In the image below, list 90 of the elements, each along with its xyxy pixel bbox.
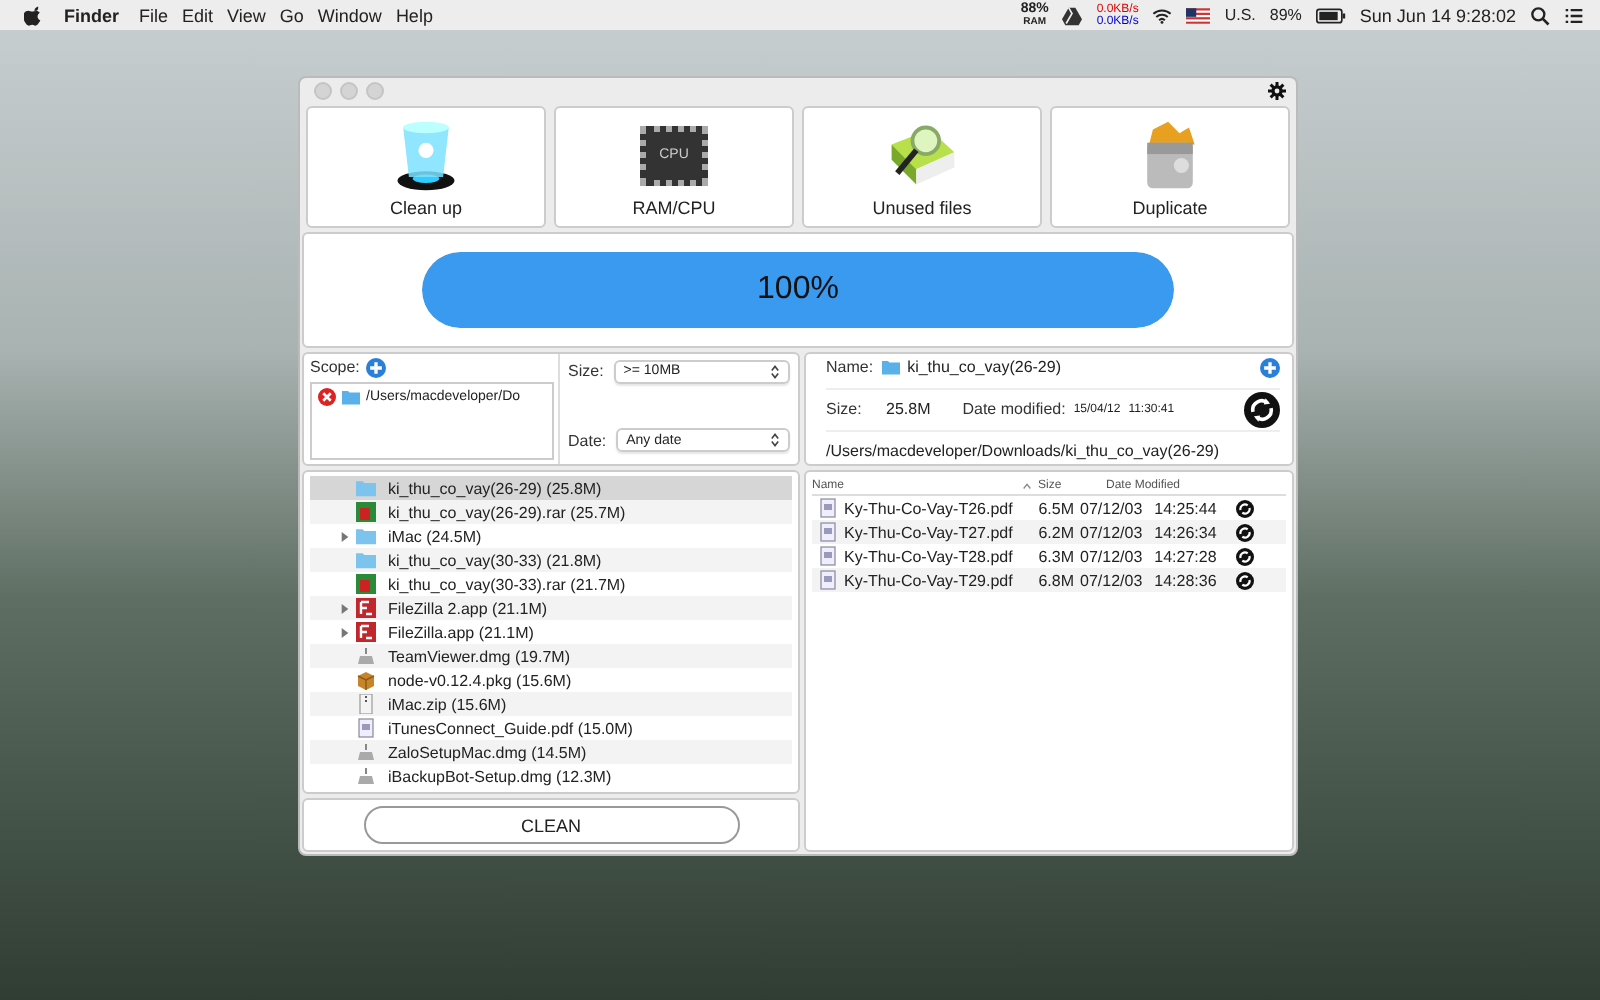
table-cell: 07/12/03 [1080,523,1143,542]
menu-item[interactable]: Go [279,5,304,25]
progress-text: 100% [755,269,841,310]
result-row[interactable]: iMac (24.5M) [310,524,792,549]
app-icon [356,598,376,619]
package-icon [356,670,376,691]
folder-icon [356,526,376,547]
menu-item[interactable]: Help [395,5,433,25]
folder-icon [356,550,376,571]
menu-icon[interactable] [1564,5,1584,25]
table-cell-text: 14:26:34 [1154,523,1219,542]
updown-icon [770,432,780,449]
table-cell-text: 14:25:44 [1154,499,1219,518]
sync-icon[interactable] [1236,499,1255,518]
table-cell-text: 6.5M [1036,499,1074,518]
result-row[interactable]: ZaloSetupMac.dmg (14.5M) [310,740,792,765]
table-cell: 07/12/03 [1080,499,1143,518]
apple-icon[interactable] [24,5,44,25]
disclosure-icon[interactable] [340,531,350,542]
filter-label: Date: [568,431,607,450]
result-row[interactable]: iTunesConnect_Guide.pdf (15.0M) [310,716,792,741]
add-icon[interactable] [365,357,386,378]
menu-item[interactable]: Window [317,5,382,25]
document-icon [356,718,376,739]
table-cell-text: 6.2M [1036,523,1074,542]
archive-icon [356,574,376,595]
table-cell-text: Ky-Thu-Co-Vay-T28.pdf [844,547,1015,566]
result-row[interactable]: ki_thu_co_vay(30-33).rar (21.7M) [310,572,792,597]
table-cell-text: Ky-Thu-Co-Vay-T26.pdf [844,499,1015,518]
table-cell-text: Ky-Thu-Co-Vay-T27.pdf [844,523,1015,542]
table-cell: 07/12/03 [1080,547,1143,566]
disclosure-icon[interactable] [340,603,350,614]
name-label: Name: [826,358,874,377]
disk-image-icon [356,646,376,667]
file-name: ki_thu_co_vay(26-29) [907,358,1061,377]
clean-button[interactable]: CLEAN [363,806,739,845]
result-row[interactable]: ki_thu_co_vay(26-29) (25.8M) [310,476,792,501]
file-size: 25.8M [886,400,931,419]
wifi-icon[interactable] [1152,5,1173,25]
menu-item[interactable]: File [139,5,169,25]
disclosure-icon[interactable] [340,627,350,638]
add-icon[interactable] [1260,357,1280,378]
archive-icon [356,502,376,523]
scope-label: Scope: [310,358,360,377]
table-cell-text: 6.8M [1036,571,1074,590]
sort-icon[interactable] [1022,481,1032,490]
disk-image-icon [356,742,376,763]
menu-item[interactable]: Edit [182,5,214,25]
sync-icon[interactable] [1236,547,1255,566]
result-row[interactable]: iBackupBot-Setup.dmg (12.3M) [310,764,792,789]
flag-icon[interactable] [1186,7,1211,23]
date-label: Date modified: [962,400,1066,419]
result-row[interactable]: ki_thu_co_vay(26-29).rar (25.7M) [310,500,792,525]
disk-image-icon [356,766,376,787]
tool-button[interactable]: Unused files [802,106,1042,227]
filter-label: Size: [568,362,604,381]
folder-icon [881,358,900,377]
menu-item[interactable]: Finder [64,5,120,25]
tool-button[interactable]: Clean up [306,106,546,227]
search-icon[interactable] [1530,5,1550,25]
folder-icon [342,387,360,406]
result-row[interactable]: node-v0.12.4.pkg (15.6M) [310,668,792,693]
result-row[interactable]: FileZilla.app (21.1M) [310,620,792,645]
app-icon [356,622,376,643]
remove-icon[interactable] [318,387,336,406]
file-path: /Users/macdeveloper/Downloads/ki_thu_co_vay(26-29) [826,442,1220,460]
sync-icon[interactable] [1236,523,1255,542]
sync-icon[interactable] [1236,571,1255,590]
menu-item[interactable]: View [227,5,266,25]
result-row[interactable]: iMac.zip (15.6M) [310,692,792,717]
result-row[interactable]: ki_thu_co_vay(30-33) (21.8M) [310,548,792,573]
table-cell-text: Ky-Thu-Co-Vay-T29.pdf [844,571,1015,590]
sync-icon[interactable] [1244,391,1280,428]
input-source[interactable]: U.S. [1224,6,1256,24]
updown-icon [770,363,780,380]
drive-icon[interactable] [1062,5,1083,25]
table-cell-text: 14:27:28 [1154,547,1219,566]
result-row[interactable]: FileZilla 2.app (21.1M) [310,596,792,621]
battery-percent[interactable]: 89% [1269,6,1302,24]
result-row[interactable]: TeamViewer.dmg (19.7M) [310,644,792,669]
zip-file-icon [356,694,376,715]
table-cell: 07/12/03 [1080,571,1143,590]
tool-button[interactable]: Duplicate [1050,106,1290,227]
battery-icon[interactable] [1315,7,1346,23]
size-label: Size: [826,400,864,419]
table-cell-text: 14:28:36 [1154,571,1219,590]
menu-clock[interactable]: Sun Jun 14 9:28:02 [1359,5,1516,25]
settings-icon[interactable] [1268,81,1286,100]
folder-icon [356,478,376,499]
table-cell-text: 6.3M [1036,547,1074,566]
